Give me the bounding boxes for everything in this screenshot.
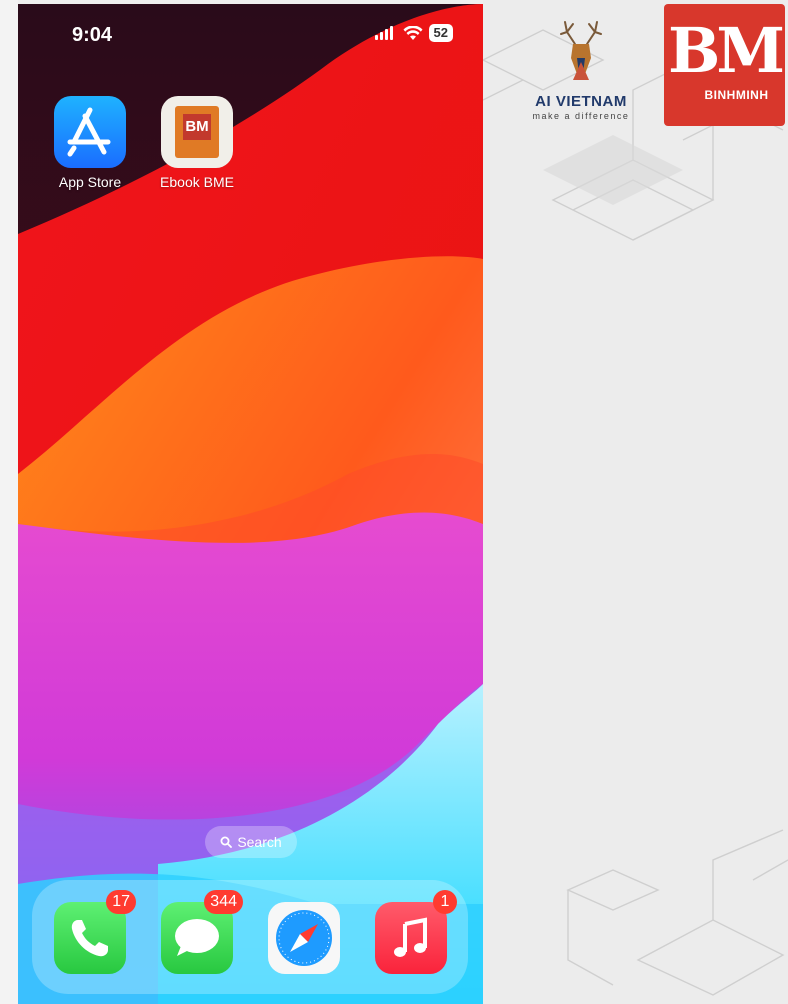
binhminh-mark: BM: [667, 14, 785, 87]
wifi-icon: [403, 25, 423, 40]
binhminh-logo: BM BINHMINH: [664, 4, 785, 126]
messages-app[interactable]: 344: [161, 890, 243, 974]
battery-indicator: 52: [428, 24, 453, 42]
safari-app[interactable]: [268, 902, 340, 974]
cellular-signal-icon: [374, 26, 393, 40]
search-icon: [220, 836, 233, 848]
app-store-app[interactable]: App Store: [45, 96, 135, 190]
phone-app[interactable]: 17: [54, 890, 136, 974]
ebook-icon-text: BM: [183, 114, 211, 140]
dock: 17 344 1: [32, 880, 468, 994]
safari-icon: [276, 910, 332, 966]
deer-head-icon: [560, 21, 602, 80]
app-label: App Store: [58, 174, 122, 190]
branding-panel: AI VIETNAM make a difference BM BINHMINH: [483, 0, 788, 1004]
decorative-line-pattern: [483, 29, 788, 996]
music-app[interactable]: 1: [375, 890, 457, 974]
ebook-bme-icon: BM: [161, 96, 233, 168]
status-time: 9:04: [72, 24, 113, 46]
notification-badge: 1: [433, 890, 457, 914]
app-store-icon: [54, 96, 126, 168]
phone-home-screen: 9:04 52 App Store BM Ebook BME Search 17…: [18, 4, 483, 1004]
app-label: Ebook BME: [160, 174, 234, 190]
notification-badge: 17: [106, 890, 136, 914]
ebook-bme-app[interactable]: BM Ebook BME: [152, 96, 242, 190]
ai-vietnam-tagline: make a difference: [532, 111, 630, 121]
ai-vietnam-name: AI VIETNAM: [535, 93, 627, 110]
music-icon: [394, 917, 427, 957]
notification-badge: 344: [204, 890, 243, 914]
status-icons: 52: [374, 24, 453, 42]
home-search-button[interactable]: Search: [205, 826, 297, 858]
left-margin: [0, 0, 18, 1004]
search-label: Search: [237, 834, 282, 850]
ai-vietnam-logo: AI VIETNAM make a difference: [523, 18, 639, 121]
